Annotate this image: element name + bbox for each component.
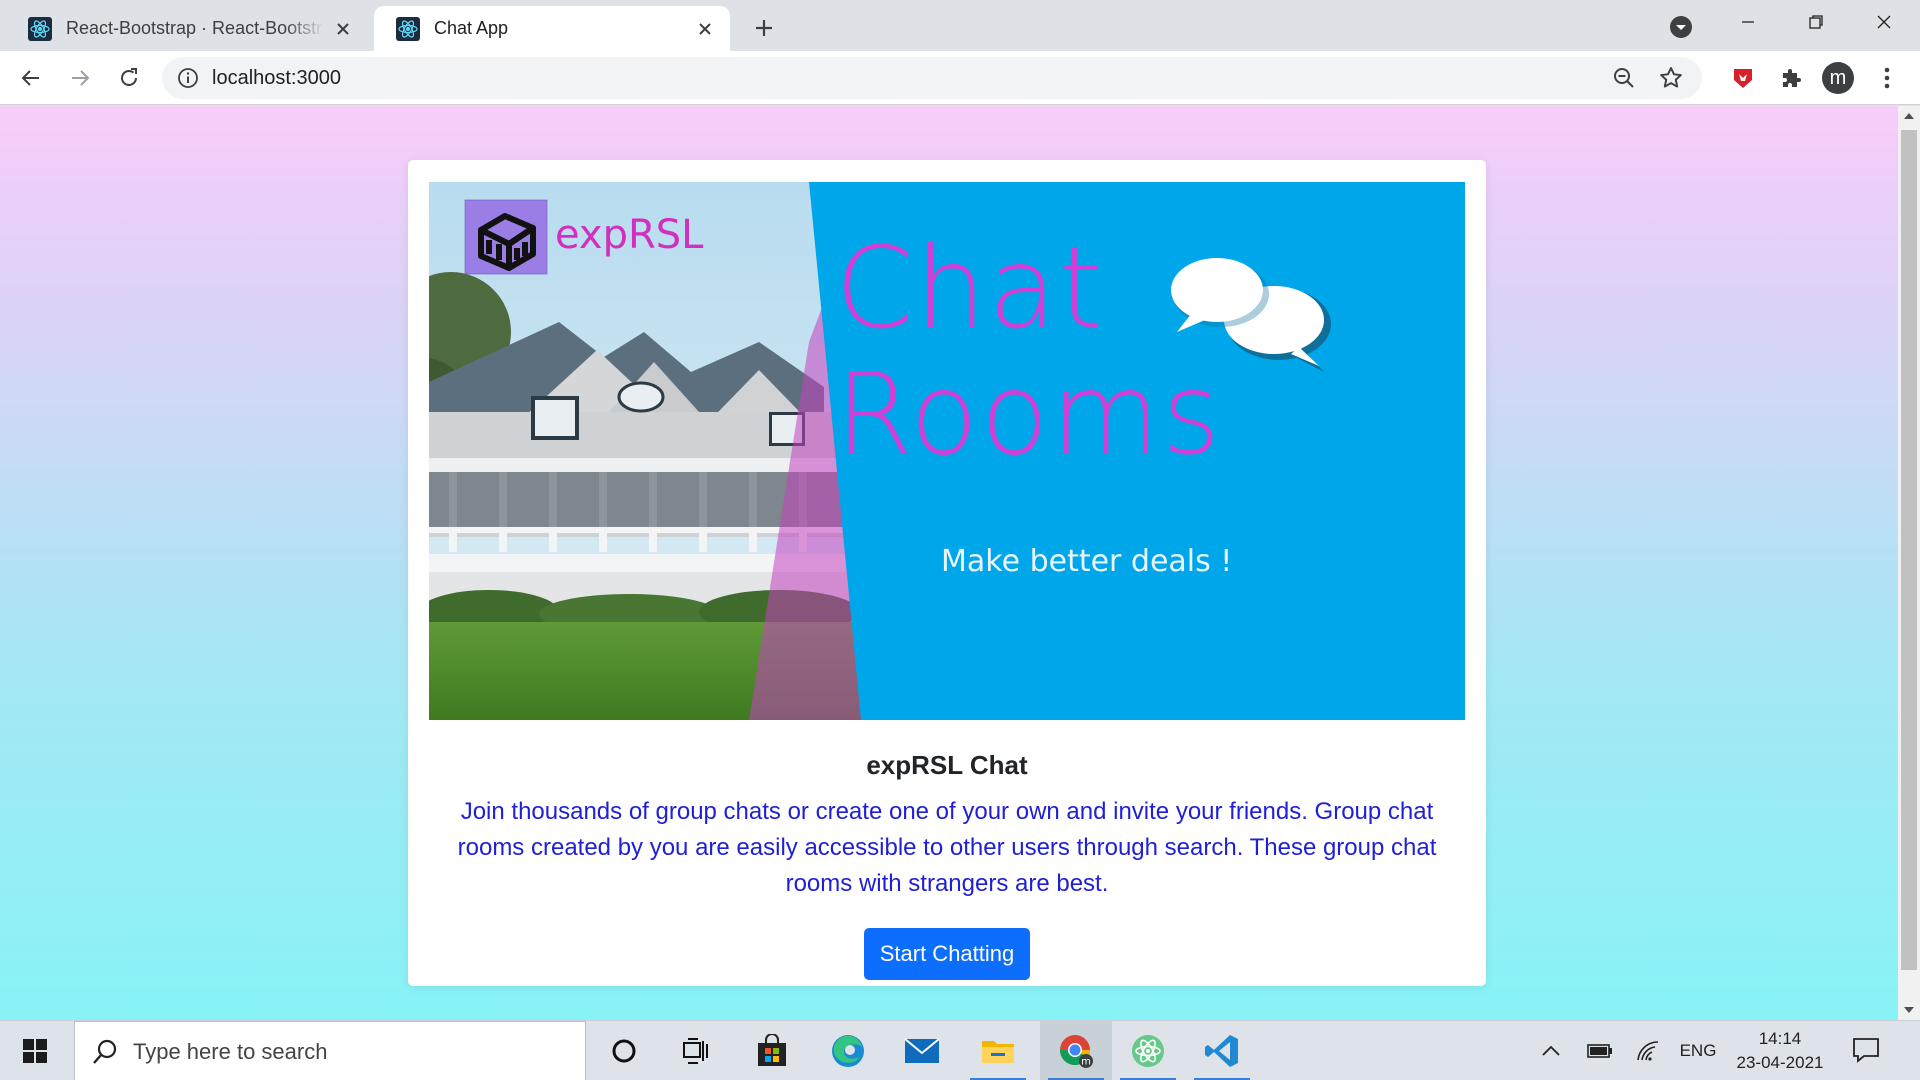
arrow-right-icon (72, 70, 90, 86)
tab-title: React-Bootstrap · React-Bootstrap Docume… (66, 18, 324, 38)
banner-tagline: Make better deals ! (941, 544, 1233, 579)
taskbar-task-view[interactable] (660, 1021, 732, 1080)
tab-react-bootstrap[interactable]: React-Bootstrap · React-Bootstrap Docume… (6, 6, 368, 51)
clock-time: 14:14 (1758, 1029, 1802, 1048)
svg-text:m: m (1081, 1057, 1091, 1068)
minimize-icon (1742, 21, 1754, 23)
taskbar-search-box[interactable]: Type here to search (74, 1021, 586, 1080)
plus-icon (756, 20, 772, 36)
battery-icon (1587, 1044, 1612, 1058)
reload-icon (121, 68, 137, 86)
chevron-up-icon (1542, 1045, 1560, 1056)
taskbar-mail[interactable] (886, 1021, 958, 1080)
taskbar-vscode[interactable] (1186, 1021, 1258, 1080)
scroll-down-arrow-icon[interactable] (1903, 1004, 1915, 1016)
tray-language[interactable]: ENG (1676, 1021, 1720, 1080)
banner-brand: expRSL (555, 212, 704, 258)
back-button[interactable] (12, 59, 50, 97)
banner-heading-line2: Rooms (835, 350, 1223, 480)
tray-clock[interactable]: 14:14 23-04-2021 (1720, 1027, 1840, 1075)
address-bar[interactable]: localhost:3000 (162, 57, 1702, 99)
tab-title: Chat App (434, 18, 509, 38)
clock-date: 23-04-2021 (1736, 1053, 1824, 1072)
minimize-button[interactable] (1714, 0, 1782, 44)
task-view-icon (683, 1038, 708, 1064)
card-title: expRSL Chat (866, 750, 1028, 780)
windows-start-icon[interactable] (14, 1035, 56, 1067)
zoom-out-icon[interactable] (1612, 66, 1636, 90)
extension-shield-button[interactable] (1724, 59, 1762, 97)
profile-avatar[interactable]: m (1822, 62, 1854, 94)
close-icon[interactable] (694, 18, 716, 40)
chevron-down-circle-icon (1670, 16, 1692, 38)
notification-icon[interactable] (1852, 1037, 1880, 1063)
banner-image: expRSL Chat Rooms Make better deals ! (429, 182, 1465, 720)
react-favicon-icon (396, 16, 420, 41)
taskbar-edge[interactable] (812, 1021, 884, 1080)
banner-heading-line1: Chat (835, 224, 1105, 354)
close-icon (1877, 15, 1891, 29)
bookmark-star-icon[interactable] (1658, 65, 1684, 91)
new-tab-button[interactable] (748, 12, 780, 44)
chat-card: expRSL Chat Rooms Make better deals ! ex… (408, 160, 1486, 986)
search-placeholder: Type here to search (133, 1039, 328, 1064)
scroll-thumb[interactable] (1901, 130, 1917, 970)
reload-button[interactable] (110, 59, 148, 97)
cortana-icon (612, 1039, 636, 1063)
taskbar-atom[interactable] (1112, 1021, 1184, 1080)
shield-extension-icon (1734, 69, 1752, 88)
taskbar-chrome[interactable]: m (1040, 1021, 1112, 1080)
scroll-up-arrow-icon[interactable] (1903, 110, 1915, 122)
kebab-menu-icon (1884, 67, 1890, 89)
store-icon (758, 1034, 786, 1066)
wifi-icon (1637, 1041, 1659, 1061)
close-icon[interactable] (332, 18, 354, 40)
page-scrollbar[interactable] (1898, 106, 1920, 1020)
restore-icon (1809, 15, 1823, 29)
edge-icon (832, 1035, 864, 1067)
taskbar-file-explorer[interactable] (962, 1021, 1034, 1080)
page-viewport: expRSL Chat Rooms Make better deals ! ex… (0, 106, 1898, 1020)
arrow-left-icon (21, 70, 39, 86)
tray-wifi[interactable] (1628, 1021, 1668, 1080)
close-window-button[interactable] (1850, 0, 1918, 44)
react-bootstrap-favicon-icon (28, 16, 52, 41)
tab-chat-app[interactable]: Chat App (374, 6, 730, 51)
extensions-button[interactable] (1772, 59, 1810, 97)
taskbar-store[interactable] (736, 1021, 808, 1080)
browser-tab-strip: React-Bootstrap · React-Bootstrap Docume… (0, 0, 1920, 51)
taskbar-cortana[interactable] (588, 1021, 660, 1080)
vscode-icon (1205, 1035, 1238, 1067)
chrome-icon: m (1060, 1035, 1093, 1068)
restore-button[interactable] (1782, 0, 1850, 44)
info-icon[interactable] (176, 66, 200, 90)
browser-toolbar: localhost:3000 m (0, 51, 1920, 105)
atom-icon (1132, 1035, 1164, 1067)
puzzle-icon (1783, 69, 1801, 87)
start-chatting-button[interactable]: Start Chatting (864, 928, 1030, 980)
chrome-menu-button[interactable] (1868, 59, 1906, 97)
forward-button[interactable] (61, 59, 99, 97)
url-text[interactable]: localhost:3000 (212, 57, 341, 99)
tray-overflow-button[interactable] (1534, 1021, 1568, 1080)
tray-battery[interactable] (1580, 1021, 1620, 1080)
tab-search-button[interactable] (1666, 12, 1696, 42)
mail-icon (904, 1038, 940, 1063)
card-description: Join thousands of group chats or create … (457, 798, 1437, 897)
file-explorer-icon (982, 1041, 1014, 1063)
search-icon (93, 1039, 117, 1064)
windows-taskbar: Type here to search m ENG 14:14 23-04-20… (0, 1020, 1920, 1080)
